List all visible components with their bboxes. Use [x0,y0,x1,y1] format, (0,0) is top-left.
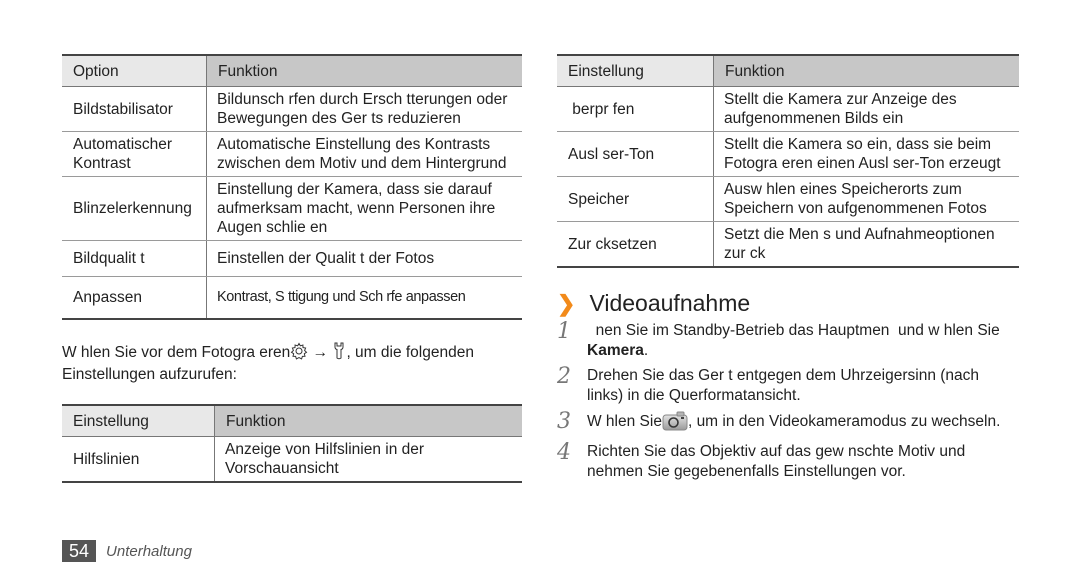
section-title: Videoaufnahme [589,290,751,316]
table-row: Automatischer Kontrast Automatische Eins… [62,131,522,177]
table-row: Ausl ser-Ton Stellt die Kamera so ein, d… [557,131,1019,177]
function-cell: Automatische Einstellung des Kontrasts z… [206,131,522,177]
chevron-right-icon: ❯ [557,290,576,316]
list-item: 4 Richten Sie das Objektiv auf das gew n… [557,442,1019,482]
step-text: nen Sie im Standby-Betrieb das Hauptmen … [587,322,1005,359]
list-item: 3 W hlen Sie, um in den Videokameramodus… [557,411,1019,437]
table-row: Hilfslinien Anzeige von Hilfslinien in d… [62,436,522,483]
header-function: Funktion [206,54,522,87]
list-item: 2 Drehen Sie das Ger t entgegen dem Uhrz… [557,366,1019,406]
page-number: 54 [62,540,97,562]
step-number: 3 [557,409,571,434]
table-row: Bildqualit t Einstellen der Qualit t der… [62,240,522,277]
settings-table: Einstellung Funktion Hilfslinien Anzeige… [62,404,522,483]
option-cell: Blinzelerkennung [62,176,207,241]
option-cell: Ausl ser-Ton [557,131,714,177]
option-cell: Zur cksetzen [557,221,714,268]
table-row: Speicher Ausw hlen eines Speicherorts zu… [557,176,1019,222]
step-number: 1 [557,319,571,344]
step-text: Richten Sie das Objektiv auf das gew nsc… [587,443,966,480]
camera-mode-icon [662,411,688,437]
instruction-text-before: W hlen Sie vor dem Fotogra eren [62,344,291,361]
option-cell: Anpassen [62,276,207,320]
instruction-paragraph: W hlen Sie vor dem Fotogra eren → , um d… [62,342,522,384]
step-text: W hlen Sie, um in den Videokameramodus z… [587,411,1000,437]
function-cell: Anzeige von Hilfslinien in der Vorschaua… [214,436,522,483]
section-heading: ❯ Videoaufnahme [557,290,1019,317]
chapter-name: Unterhaltung [106,542,192,560]
option-cell: Automatischer Kontrast [62,131,207,177]
function-cell: Stellt die Kamera zur Anzeige des aufgen… [713,86,1019,132]
page-footer: 54 Unterhaltung [62,540,192,562]
header-setting: Einstellung [557,54,714,87]
table-row: berpr fen Stellt die Kamera zur Anzeige … [557,86,1019,132]
right-column: Einstellung Funktion berpr fen Stellt di… [557,54,1019,487]
option-cell: Hilfslinien [62,436,215,483]
option-cell: Bildstabilisator [62,86,207,132]
option-cell: Speicher [557,176,714,222]
header-function: Funktion [713,54,1019,87]
options-table: Option Funktion Bildstabilisator Bilduns… [62,54,522,320]
table-row: Bildstabilisator Bildunsch rfen durch Er… [62,86,522,132]
step-number: 2 [557,364,571,389]
kamera-label: Kamera [587,342,644,359]
function-cell: Setzt die Men s und Aufnahmeoptionen zur… [713,221,1019,268]
header-option: Option [62,54,207,87]
header-function: Funktion [214,404,522,437]
header-setting: Einstellung [62,404,215,437]
function-cell: Ausw hlen eines Speicherorts zum Speiche… [713,176,1019,222]
step-number: 4 [557,440,571,465]
table-row: Blinzelerkennung Einstellung der Kamera,… [62,176,522,241]
table-row: Anpassen Kontrast, S ttigung und Sch rfe… [62,276,522,320]
steps-list: 1 nen Sie im Standby-Betrieb das Hauptme… [557,321,1019,482]
option-cell: Bildqualit t [62,240,207,277]
left-column: Option Funktion Bildstabilisator Bilduns… [62,54,522,483]
settings-table-continued: Einstellung Funktion berpr fen Stellt di… [557,54,1019,268]
settings-gear-icon [290,342,308,365]
function-cell: Einstellen der Qualit t der Fotos [206,240,522,277]
function-cell: Stellt die Kamera so ein, dass sie beim … [713,131,1019,177]
function-cell: Kontrast, S ttigung und Sch rfe anpassen [206,276,522,320]
option-cell: berpr fen [557,86,714,132]
step-text: Drehen Sie das Ger t entgegen dem Uhrzei… [587,367,980,404]
function-cell: Einstellung der Kamera, dass sie darauf … [206,176,522,241]
arrow-symbol: → [312,344,329,361]
function-cell: Bildunsch rfen durch Ersch tterungen ode… [206,86,522,132]
table-row: Zur cksetzen Setzt die Men s und Aufnahm… [557,221,1019,268]
list-item: 1 nen Sie im Standby-Betrieb das Hauptme… [557,321,1019,361]
wrench-icon [332,342,346,365]
